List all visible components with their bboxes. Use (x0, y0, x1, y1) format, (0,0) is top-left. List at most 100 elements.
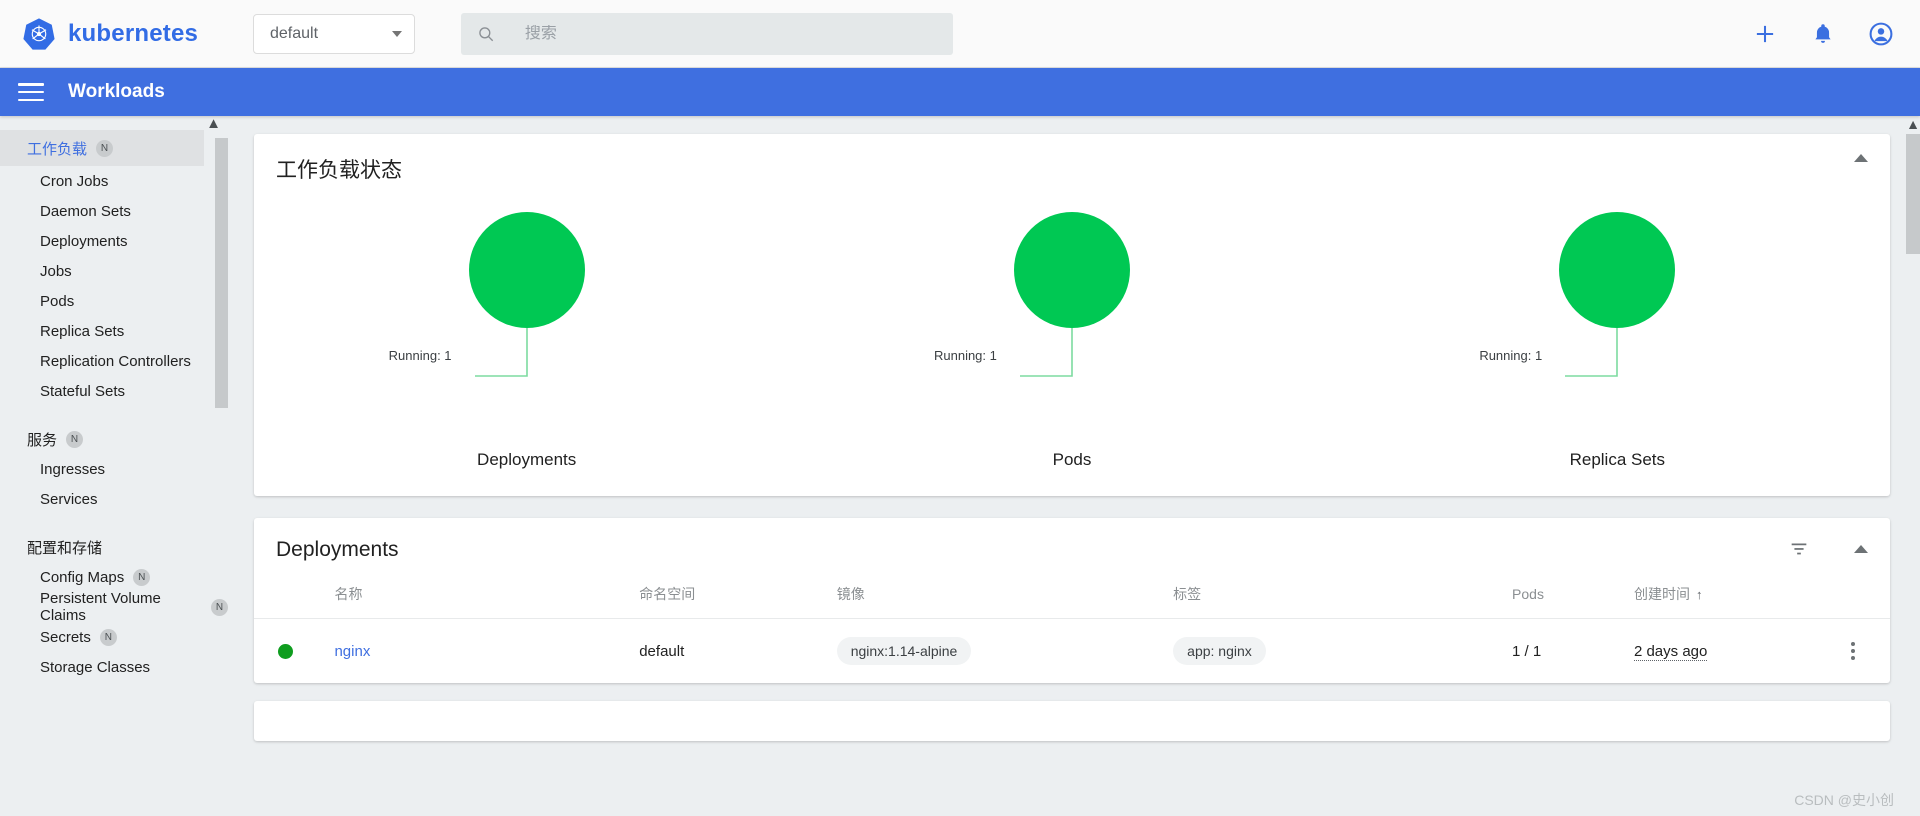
column-header-namespace[interactable]: 命名空间 (639, 562, 837, 619)
table-row[interactable]: nginx default nginx:1.14-alpine app: ngi… (254, 619, 1890, 684)
deployments-card: Deployments 名称 命名空间 镜像 标签 Pods 创建时间 ↑ ng… (254, 518, 1890, 683)
sidebar-item-stateful-sets[interactable]: Stateful Sets (0, 376, 228, 406)
sidebar-item-daemon-sets[interactable]: Daemon Sets (0, 196, 228, 226)
chart-pods: Running: 1 Pods (799, 206, 1344, 480)
cell-pods: 1 / 1 (1512, 642, 1542, 660)
leader-line (1019, 328, 1073, 377)
sidebar-item-ingresses[interactable]: Ingresses (0, 454, 228, 484)
sidebar-item-jobs[interactable]: Jobs (0, 256, 228, 286)
sidebar-item-workloads[interactable]: 工作负载 N (0, 130, 204, 166)
column-header-pods[interactable]: Pods (1512, 562, 1634, 619)
account-circle-icon[interactable] (1868, 21, 1894, 47)
cell-namespace: default (639, 642, 685, 660)
label-chip: app: nginx (1173, 637, 1266, 665)
cell-labels: app: nginx (1173, 619, 1512, 684)
sidebar-item-label: Services (40, 490, 98, 508)
sidebar-section-config-storage[interactable]: 配置和存储 (0, 532, 228, 562)
cell-name: nginx (334, 619, 639, 684)
donut-wrap: Running: 1 (922, 206, 1222, 436)
sidebar-item-pods[interactable]: Pods (0, 286, 228, 316)
page-scroll-up-arrow[interactable]: ▲ (1906, 116, 1920, 132)
column-header-created[interactable]: 创建时间 ↑ (1633, 562, 1817, 619)
sidebar-item-label: Config Maps (40, 568, 125, 586)
next-card-partial (254, 701, 1890, 741)
sidebar-item-label: Secrets (40, 628, 91, 646)
sidebar-badge: N (96, 139, 114, 157)
brand-text: kubernetes (68, 19, 199, 47)
sidebar-item-label: Deployments (40, 232, 128, 250)
chart-slice-label: Running: 1 (388, 348, 452, 363)
cell-created: 2 days ago (1633, 619, 1817, 684)
leader-line (474, 328, 528, 377)
sidebar-item-replica-sets[interactable]: Replica Sets (0, 316, 228, 346)
chart-replica-sets: Running: 1 Replica Sets (1345, 206, 1890, 480)
chart-slice-label: Running: 1 (933, 348, 997, 363)
sidebar-item-storage-classes[interactable]: Storage Classes (0, 652, 228, 682)
workload-status-card: 工作负载状态 Running: 1 Deployments Running: 1… (254, 134, 1890, 496)
plus-icon[interactable] (1752, 21, 1778, 47)
table-header-row: 名称 命名空间 镜像 标签 Pods 创建时间 ↑ (254, 562, 1890, 619)
top-bar-actions (1752, 21, 1894, 47)
collapse-chevron-up-icon[interactable] (1854, 545, 1868, 553)
chart-title: Deployments (477, 450, 577, 469)
sidebar-item-cron-jobs[interactable]: Cron Jobs (0, 166, 228, 196)
column-header-image[interactable]: 镜像 (836, 562, 1174, 619)
cell-actions (1817, 619, 1890, 684)
sidebar-item-label: Cron Jobs (40, 172, 109, 190)
filter-icon[interactable] (1788, 538, 1810, 560)
hamburger-menu-icon[interactable] (18, 83, 44, 101)
chart-slice-label: Running: 1 (1479, 348, 1543, 363)
row-more-options-icon[interactable] (1817, 642, 1890, 660)
page-title: Workloads (68, 81, 165, 102)
namespace-selector[interactable]: default (253, 13, 415, 54)
column-header-name[interactable]: 名称 (334, 562, 640, 619)
watermark: CSDN @史小创 (1794, 792, 1894, 808)
namespace-selected-value: default (270, 24, 319, 42)
sidebar-section-services[interactable]: 服务 N (0, 424, 228, 454)
chart-deployments: Running: 1 Deployments (254, 206, 799, 480)
search-input[interactable] (524, 24, 937, 43)
sidebar-badge: N (66, 430, 84, 448)
leader-line (1565, 328, 1619, 377)
sidebar-item-label: Pods (40, 292, 75, 310)
chevron-down-icon (392, 30, 402, 37)
cell-image: nginx:1.14-alpine (836, 619, 1173, 684)
sidebar-item-persistent-volume-claims[interactable]: Persistent Volume Claims N (0, 590, 228, 624)
deployment-name-link[interactable]: nginx (334, 643, 370, 660)
donut-wrap: Running: 1 (1467, 206, 1767, 436)
status-indicator-running-icon (278, 643, 293, 659)
sidebar-badge: N (133, 568, 151, 586)
sidebar-item-secrets[interactable]: Secrets N (0, 622, 228, 652)
sidebar-scroll-up-arrow[interactable]: ▲ (206, 116, 221, 131)
page-scroll-thumb[interactable] (1906, 134, 1920, 254)
sidebar-item-replication-controllers[interactable]: Replication Controllers (0, 346, 228, 376)
workload-status-card-actions (1854, 154, 1868, 162)
deployments-title: Deployments (276, 538, 399, 561)
search-box[interactable] (461, 12, 953, 55)
search-icon (479, 26, 494, 41)
sort-ascending-arrow-icon: ↑ (1695, 587, 1703, 602)
sidebar-badge: N (99, 628, 117, 646)
sidebar-item-config-maps[interactable]: Config Maps N (0, 562, 228, 592)
sidebar-item-deployments[interactable]: Deployments (0, 226, 228, 256)
sidebar-scrollbar[interactable] (215, 138, 228, 408)
sidebar-item-services[interactable]: Services (0, 484, 228, 514)
chart-title: Pods (1052, 450, 1092, 469)
chart-title: Replica Sets (1569, 450, 1666, 469)
workload-status-title: 工作负载状态 (276, 159, 402, 182)
kubernetes-logo-icon (23, 17, 55, 50)
workload-status-charts: Running: 1 Deployments Running: 1 Pods R… (254, 184, 1890, 480)
page-scrollbar[interactable]: ▲ (1906, 116, 1920, 816)
sidebar-item-label: Replica Sets (40, 322, 125, 340)
bell-icon[interactable] (1810, 21, 1836, 47)
deployments-card-actions (1788, 538, 1868, 560)
sidebar-item-label: Storage Classes (40, 658, 151, 676)
deployments-card-header: Deployments (254, 518, 1890, 562)
brand[interactable]: kubernetes (0, 17, 258, 51)
column-header-labels[interactable]: 标签 (1173, 562, 1513, 619)
deployments-table-head: 名称 命名空间 镜像 标签 Pods 创建时间 ↑ (254, 562, 1890, 619)
created-time-text: 2 days ago (1633, 642, 1708, 661)
cell-status (254, 619, 334, 684)
collapse-chevron-up-icon[interactable] (1854, 154, 1868, 162)
column-header-actions (1816, 562, 1890, 619)
